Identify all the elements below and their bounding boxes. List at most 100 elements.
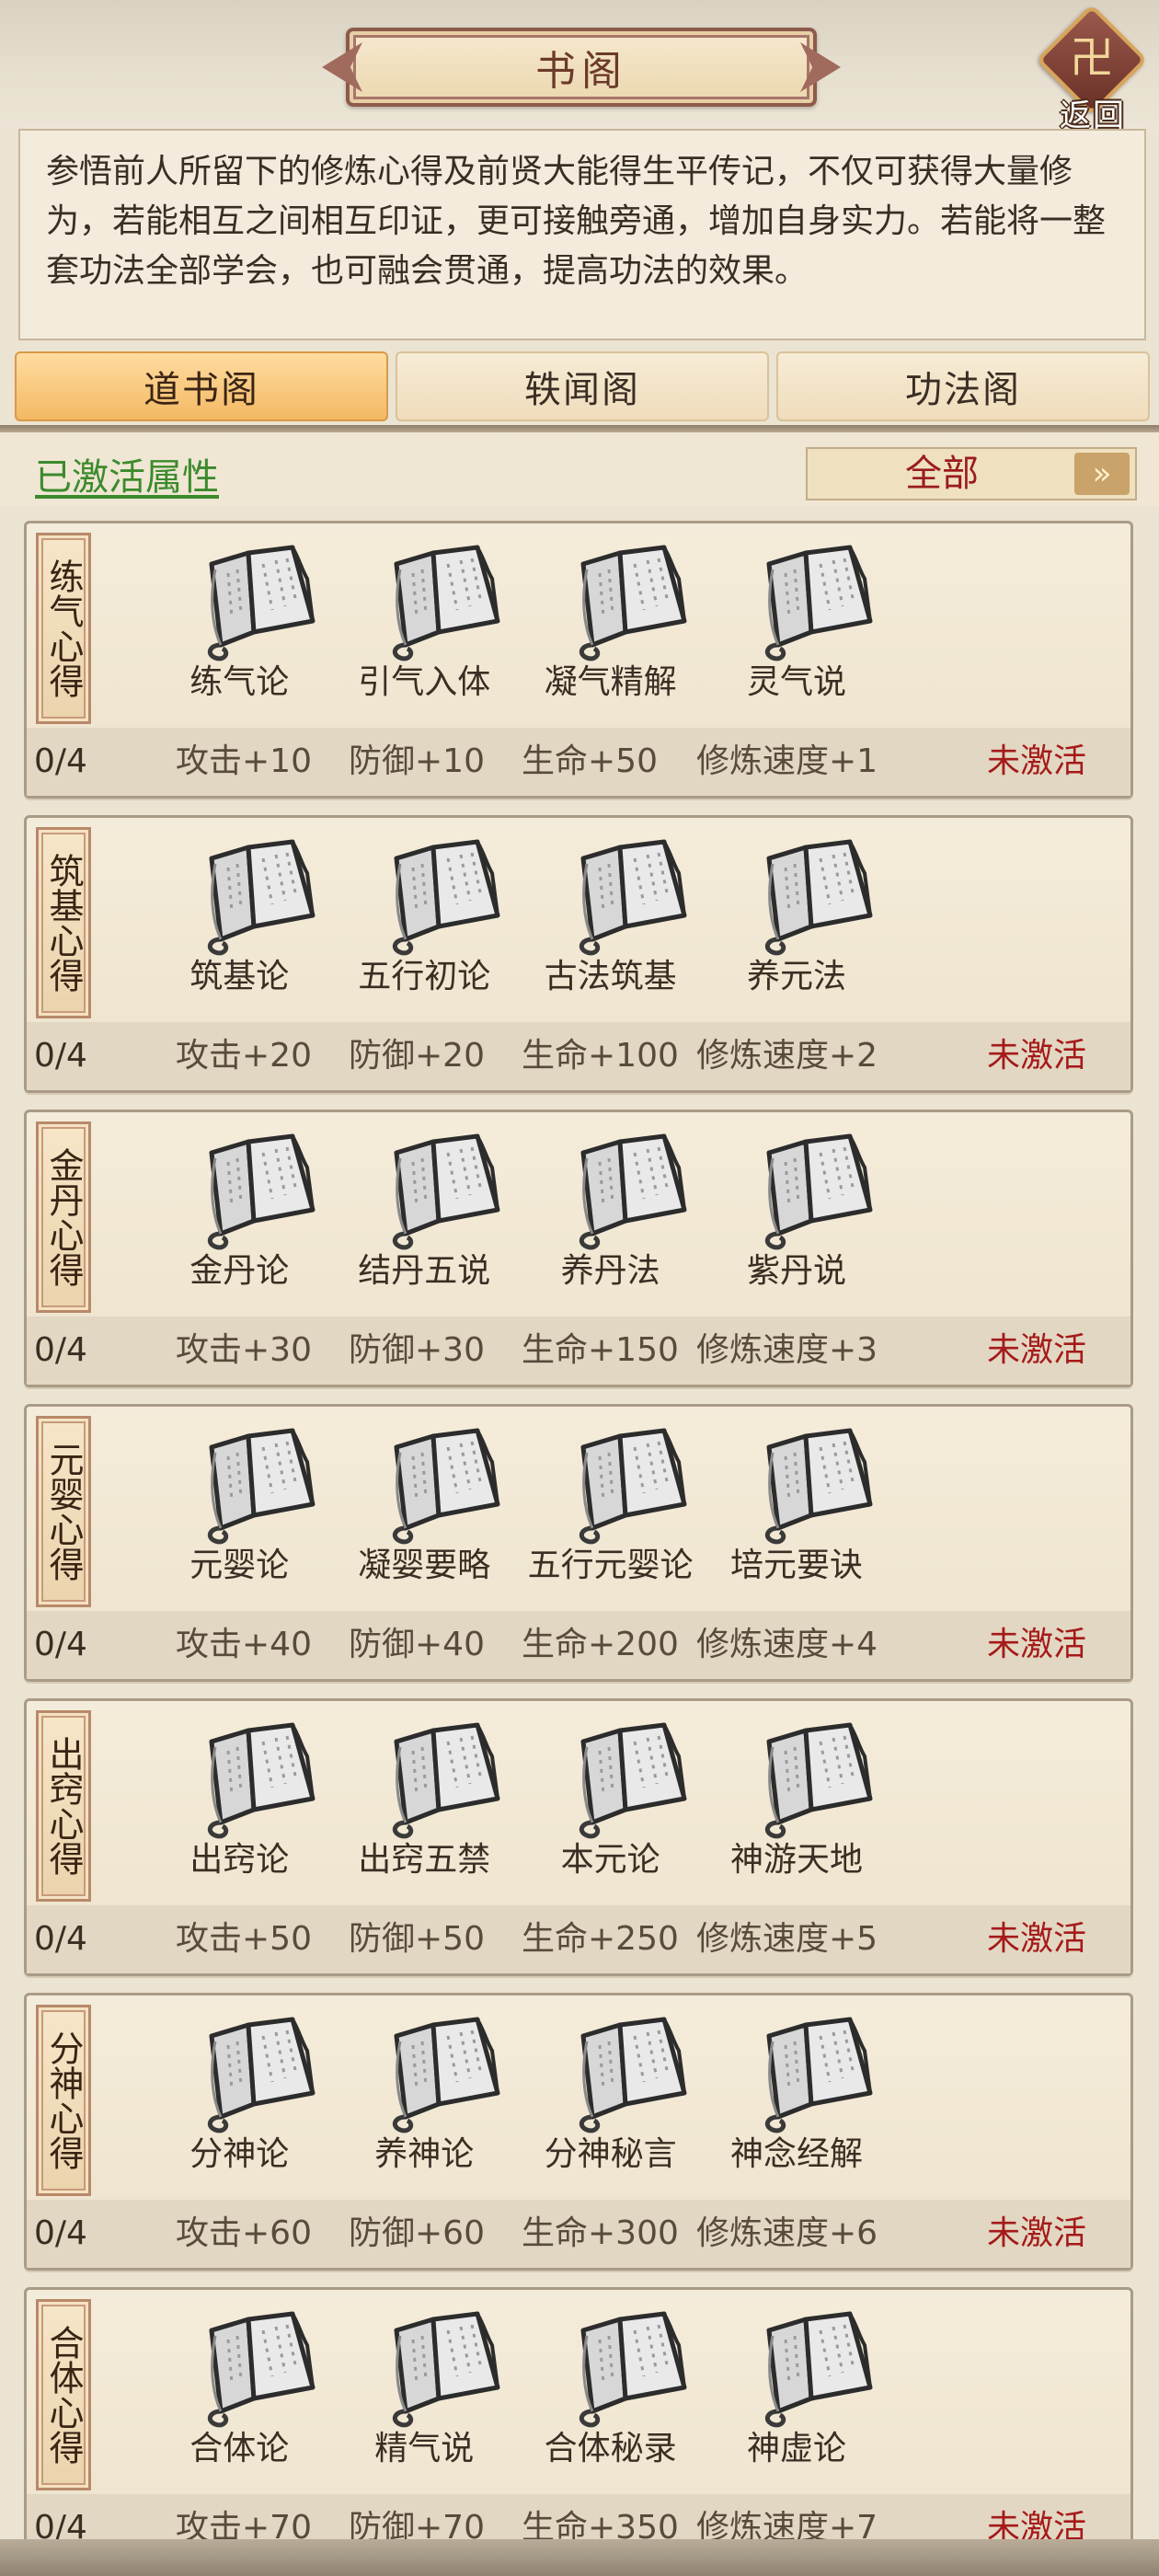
status-badge: 未激活 xyxy=(987,1037,1087,1075)
book-item[interactable]: 分神秘言 xyxy=(519,2014,703,2179)
book-icon xyxy=(184,2308,322,2428)
book-item[interactable]: 练气论 xyxy=(147,542,331,707)
attack-bonus: 攻击+30 xyxy=(176,1331,312,1369)
book-item[interactable]: 本元论 xyxy=(519,1719,703,1885)
book-item[interactable]: 古法筑基 xyxy=(519,836,703,1002)
progress-count: 0/4 xyxy=(34,1920,87,1958)
filter-dropdown[interactable]: 全部 » xyxy=(806,447,1137,500)
title-plaque: 书阁 xyxy=(346,28,817,107)
defense-bonus: 防御+70 xyxy=(349,2509,485,2541)
book-icon xyxy=(556,1131,694,1250)
group-card: 练气心得 练气论 引气入体 凝气精解 灵气说 0/4 攻击+10 防御+10 生命+50… xyxy=(24,521,1133,799)
book-name: 神游天地 xyxy=(729,1841,863,1879)
book-item[interactable]: 合体秘录 xyxy=(519,2308,703,2474)
book-item[interactable]: 元婴论 xyxy=(147,1425,331,1591)
back-label: 返回 xyxy=(1060,98,1126,134)
book-name: 分神论 xyxy=(189,2135,290,2173)
book-item[interactable]: 培元要诀 xyxy=(705,1425,889,1591)
attack-bonus: 攻击+40 xyxy=(176,1626,312,1663)
book-item[interactable]: 养元法 xyxy=(705,836,889,1002)
progress-count: 0/4 xyxy=(34,1626,87,1663)
book-name: 神念经解 xyxy=(729,2135,863,2173)
book-icon xyxy=(556,836,694,956)
book-item[interactable]: 精气说 xyxy=(332,2308,516,2474)
book-item[interactable]: 神念经解 xyxy=(705,2014,889,2179)
filter-selected-value: 全部 xyxy=(905,453,979,495)
progress-count: 0/4 xyxy=(34,2214,87,2252)
cultivation-speed-bonus: 修炼速度+2 xyxy=(696,1037,878,1075)
stats-row: 0/4 攻击+50 防御+50 生命+250 修炼速度+5 未激活 xyxy=(27,1905,1130,1973)
book-item[interactable]: 结丹五说 xyxy=(332,1131,516,1296)
book-item[interactable]: 出窍五禁 xyxy=(332,1719,516,1885)
chevron-down-icon: » xyxy=(1074,453,1130,495)
attack-bonus: 攻击+10 xyxy=(176,742,312,780)
stats-row: 0/4 攻击+40 防御+40 生命+200 修炼速度+4 未激活 xyxy=(27,1611,1130,1679)
book-item[interactable]: 养神论 xyxy=(332,2014,516,2179)
book-item[interactable]: 五行初论 xyxy=(332,836,516,1002)
group-list[interactable]: 练气心得 练气论 引气入体 凝气精解 灵气说 0/4 攻击+10 防御+10 生命+50… xyxy=(24,521,1133,2541)
book-item[interactable]: 神虚论 xyxy=(705,2308,889,2474)
book-name: 五行元婴论 xyxy=(527,1547,694,1584)
page-title: 书阁 xyxy=(535,48,627,95)
hp-bonus: 生命+150 xyxy=(522,1331,679,1369)
book-item[interactable]: 五行元婴论 xyxy=(519,1425,703,1591)
book-name: 结丹五说 xyxy=(358,1252,491,1290)
status-badge: 未激活 xyxy=(987,1626,1087,1663)
book-item[interactable]: 引气入体 xyxy=(332,542,516,707)
tab-yiwen[interactable]: 轶闻阁 xyxy=(396,351,769,421)
book-item[interactable]: 合体论 xyxy=(147,2308,331,2474)
book-item[interactable]: 灵气说 xyxy=(705,542,889,707)
hp-bonus: 生命+250 xyxy=(522,1920,679,1958)
book-item[interactable]: 金丹论 xyxy=(147,1131,331,1296)
attack-bonus: 攻击+60 xyxy=(176,2214,312,2252)
stats-row: 0/4 攻击+30 防御+30 生命+150 修炼速度+3 未激活 xyxy=(27,1317,1130,1385)
hp-bonus: 生命+350 xyxy=(522,2509,679,2541)
status-badge: 未激活 xyxy=(987,2214,1087,2252)
book-name: 本元论 xyxy=(560,1841,660,1879)
book-item[interactable]: 分神论 xyxy=(147,2014,331,2179)
book-name: 养元法 xyxy=(746,958,846,995)
group-card: 金丹心得 金丹论 结丹五说 养丹法 紫丹说 0/4 攻击+30 防御+30 生命+150… xyxy=(24,1110,1133,1387)
back-icon: 卍 xyxy=(1069,32,1114,84)
tab-gongfa[interactable]: 功法阁 xyxy=(776,351,1150,421)
book-icon xyxy=(184,542,322,661)
book-item[interactable]: 筑基论 xyxy=(147,836,331,1002)
group-card: 元婴心得 元婴论 凝婴要略 五行元婴论 培元要诀 0/4 攻击+40 防御+40 生命+… xyxy=(24,1404,1133,1682)
hp-bonus: 生命+50 xyxy=(522,742,658,780)
tab-daoshu[interactable]: 道书阁 xyxy=(15,351,388,421)
book-name: 金丹论 xyxy=(189,1252,290,1290)
book-icon xyxy=(369,542,507,661)
status-badge: 未激活 xyxy=(987,2509,1087,2541)
defense-bonus: 防御+30 xyxy=(349,1331,485,1369)
book-item[interactable]: 凝婴要略 xyxy=(332,1425,516,1591)
status-badge: 未激活 xyxy=(987,1331,1087,1369)
book-item[interactable]: 神游天地 xyxy=(705,1719,889,1885)
book-name: 精气说 xyxy=(374,2430,475,2467)
activated-attributes-link[interactable]: 已激活属性 xyxy=(35,447,219,499)
progress-count: 0/4 xyxy=(34,742,87,780)
book-icon xyxy=(556,1719,694,1839)
book-item[interactable]: 凝气精解 xyxy=(519,542,703,707)
book-name: 合体论 xyxy=(189,2430,290,2467)
book-item[interactable]: 养丹法 xyxy=(519,1131,703,1296)
defense-bonus: 防御+20 xyxy=(349,1037,485,1075)
book-icon xyxy=(556,542,694,661)
book-icon xyxy=(741,2014,879,2133)
defense-bonus: 防御+60 xyxy=(349,2214,485,2252)
stats-row: 0/4 攻击+10 防御+10 生命+50 修炼速度+1 未激活 xyxy=(27,728,1130,796)
book-item[interactable]: 出窍论 xyxy=(147,1719,331,1885)
group-card: 筑基心得 筑基论 五行初论 古法筑基 养元法 0/4 攻击+20 防御+20 生命+10… xyxy=(24,815,1133,1093)
back-button[interactable]: 卍 返回 xyxy=(1032,4,1150,134)
book-item[interactable]: 紫丹说 xyxy=(705,1131,889,1296)
book-name: 合体秘录 xyxy=(544,2430,677,2467)
book-icon xyxy=(369,836,507,956)
book-icon xyxy=(741,2308,879,2428)
cultivation-speed-bonus: 修炼速度+1 xyxy=(696,742,878,780)
book-name: 出窍五禁 xyxy=(358,1841,491,1879)
cultivation-speed-bonus: 修炼速度+3 xyxy=(696,1331,878,1369)
book-icon xyxy=(369,1425,507,1545)
book-name: 神虚论 xyxy=(746,2430,846,2467)
cultivation-speed-bonus: 修炼速度+5 xyxy=(696,1920,878,1958)
book-name: 灵气说 xyxy=(746,663,846,701)
book-icon xyxy=(741,1131,879,1250)
